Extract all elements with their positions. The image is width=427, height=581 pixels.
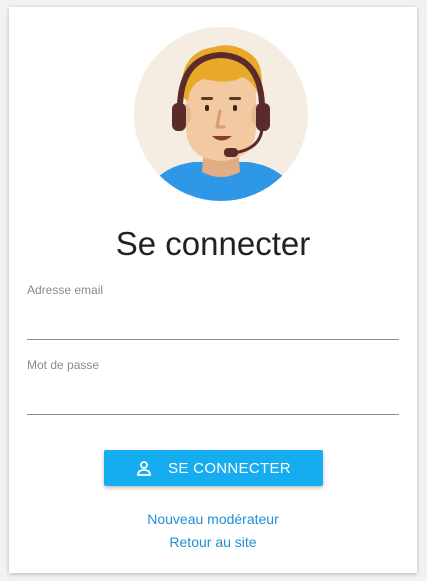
email-field[interactable] xyxy=(27,313,399,340)
login-card: Se connecter Adresse email Mot de passe … xyxy=(9,7,417,573)
support-agent-avatar-icon xyxy=(134,27,308,201)
email-label: Adresse email xyxy=(27,283,104,297)
password-label: Mot de passe xyxy=(27,358,100,372)
back-to-site-link[interactable]: Retour au site xyxy=(9,534,417,550)
login-button-label: SE CONNECTER xyxy=(168,459,291,477)
password-field[interactable] xyxy=(27,388,399,415)
login-button[interactable]: SE CONNECTER xyxy=(104,450,323,486)
person-icon xyxy=(136,460,152,476)
page-title: Se connecter xyxy=(115,225,311,262)
new-moderator-link[interactable]: Nouveau modérateur xyxy=(9,511,417,527)
